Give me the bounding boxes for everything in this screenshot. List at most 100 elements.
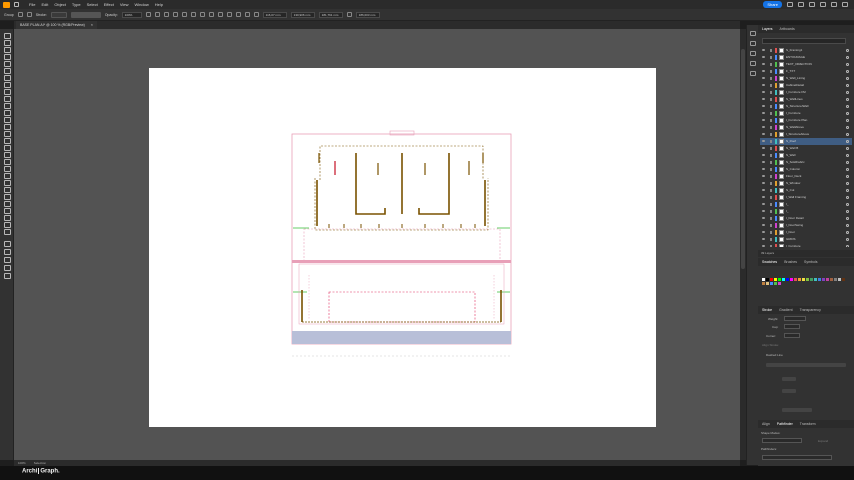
layer-name[interactable]: S_WallLines xyxy=(786,97,803,101)
layer-row[interactable]: I_Furniture xyxy=(760,243,852,247)
swap-fill-stroke-icon[interactable] xyxy=(3,249,11,255)
color-swatch[interactable] xyxy=(798,278,801,281)
lock-toggle-icon[interactable] xyxy=(770,168,772,171)
swatch-grid[interactable] xyxy=(762,278,846,285)
visibility-eye-icon[interactable] xyxy=(762,175,765,177)
stroke-weight-field[interactable] xyxy=(50,11,67,18)
lock-toggle-icon[interactable] xyxy=(770,70,772,73)
lock-toggle-icon[interactable] xyxy=(770,49,772,52)
color-swatch[interactable] xyxy=(766,278,769,281)
constrain-proportions-icon[interactable] xyxy=(346,12,352,17)
layer-row[interactable]: I_Furniture xyxy=(760,110,852,117)
layer-row[interactable]: GRIDS xyxy=(760,236,852,243)
layer-name[interactable]: S_Wall B xyxy=(786,146,798,150)
layer-target-icon[interactable] xyxy=(846,70,849,73)
canvas-area[interactable] xyxy=(14,29,740,460)
visibility-eye-icon[interactable] xyxy=(762,133,765,135)
blend-tool-icon[interactable] xyxy=(3,187,11,193)
layer-target-icon[interactable] xyxy=(846,140,849,143)
color-swatch[interactable] xyxy=(778,278,781,281)
layer-name[interactable]: I_Furniture xyxy=(786,244,801,247)
color-swatch[interactable] xyxy=(786,278,789,281)
layer-name[interactable]: GRIDS xyxy=(786,237,796,241)
align-middle-icon[interactable] xyxy=(190,12,196,17)
layer-target-icon[interactable] xyxy=(846,161,849,164)
layer-row[interactable]: I_Furniture FM xyxy=(760,89,852,96)
app-logo-icon[interactable] xyxy=(3,1,10,8)
eraser-tool-icon[interactable] xyxy=(3,117,11,123)
tab-symbols[interactable]: Symbols xyxy=(804,260,817,264)
layer-target-icon[interactable] xyxy=(846,189,849,192)
layer-row[interactable]: S_WallLines xyxy=(760,96,852,103)
lock-toggle-icon[interactable] xyxy=(770,238,772,241)
visibility-eye-icon[interactable] xyxy=(762,91,765,93)
color-swatch[interactable] xyxy=(842,278,845,281)
align-center-icon[interactable] xyxy=(163,12,169,17)
visibility-eye-icon[interactable] xyxy=(762,119,765,121)
layer-name[interactable]: I_DoorSwing xyxy=(786,223,803,227)
fill-stroke-icon[interactable] xyxy=(3,241,11,247)
lock-toggle-icon[interactable] xyxy=(770,98,772,101)
lock-toggle-icon[interactable] xyxy=(770,119,772,122)
menu-object[interactable]: Object xyxy=(54,2,66,7)
color-swatch[interactable] xyxy=(762,282,765,285)
layer-row[interactable]: I_Furniture Plan xyxy=(760,117,852,124)
color-swatch[interactable] xyxy=(818,278,821,281)
maximize-icon[interactable] xyxy=(831,2,837,7)
magic-wand-tool-icon[interactable] xyxy=(3,47,11,53)
color-swatch[interactable] xyxy=(774,278,777,281)
minimize-icon[interactable] xyxy=(820,2,826,7)
color-swatch[interactable] xyxy=(794,278,797,281)
layer-row[interactable]: S_Roof xyxy=(760,138,852,145)
lock-toggle-icon[interactable] xyxy=(770,63,772,66)
lock-toggle-icon[interactable] xyxy=(770,147,772,150)
menu-effect[interactable]: Effect xyxy=(104,2,114,7)
color-swatch[interactable] xyxy=(838,278,841,281)
layer-name[interactable]: ENTOURAGE xyxy=(786,55,805,59)
color-swatch[interactable] xyxy=(774,282,777,285)
lock-toggle-icon[interactable] xyxy=(770,84,772,87)
lock-toggle-icon[interactable] xyxy=(770,217,772,220)
pencil-tool-icon[interactable] xyxy=(3,103,11,109)
layer-name[interactable]: S_Column xyxy=(786,167,800,171)
recolor-icon[interactable] xyxy=(145,12,151,17)
layer-target-icon[interactable] xyxy=(846,112,849,115)
layer-target-icon[interactable] xyxy=(846,182,849,185)
layer-target-icon[interactable] xyxy=(846,56,849,59)
layer-name[interactable]: S_Cut xyxy=(786,188,794,192)
variable-width-profile[interactable] xyxy=(70,11,101,18)
layer-target-icon[interactable] xyxy=(846,147,849,150)
scrollbar-thumb[interactable] xyxy=(741,49,745,269)
distribute-top-icon[interactable] xyxy=(208,12,214,17)
menu-view[interactable]: View xyxy=(120,2,129,7)
layers-dock-icon[interactable] xyxy=(750,71,756,76)
color-swatch[interactable] xyxy=(770,282,773,285)
weight-field[interactable] xyxy=(784,316,806,321)
color-swatch[interactable] xyxy=(826,278,829,281)
layer-row[interactable]: S_Wall_Lining xyxy=(760,75,852,82)
fill-swatch-icon[interactable] xyxy=(17,12,23,17)
layer-row[interactable]: S_Cut xyxy=(760,187,852,194)
color-swatch[interactable] xyxy=(790,278,793,281)
layer-row[interactable]: S_Window xyxy=(760,180,852,187)
lock-toggle-icon[interactable] xyxy=(770,210,772,213)
line-tool-icon[interactable] xyxy=(3,82,11,88)
layer-name[interactable]: Floor_Deck xyxy=(786,174,801,178)
align-left-icon[interactable] xyxy=(154,12,160,17)
share-button[interactable]: Share xyxy=(763,1,782,8)
visibility-eye-icon[interactable] xyxy=(762,105,765,107)
lock-toggle-icon[interactable] xyxy=(770,126,772,129)
color-swatch[interactable] xyxy=(810,278,813,281)
document-tab[interactable]: BASE PLAN.AI* @ 100 % (RGB/Preview) × xyxy=(16,21,97,29)
curvature-tool-icon[interactable] xyxy=(3,68,11,74)
y-field[interactable]: 130,906 mm xyxy=(290,11,315,18)
layer-row[interactable]: F_TXT xyxy=(760,68,852,75)
layer-target-icon[interactable] xyxy=(846,126,849,129)
tab-gradient[interactable]: Gradient xyxy=(779,308,792,312)
slice-tool-icon[interactable] xyxy=(3,215,11,221)
lock-toggle-icon[interactable] xyxy=(770,231,772,234)
selection-tool-icon[interactable] xyxy=(3,33,11,39)
visibility-eye-icon[interactable] xyxy=(762,210,765,212)
visibility-eye-icon[interactable] xyxy=(762,231,765,233)
visibility-eye-icon[interactable] xyxy=(762,147,765,149)
